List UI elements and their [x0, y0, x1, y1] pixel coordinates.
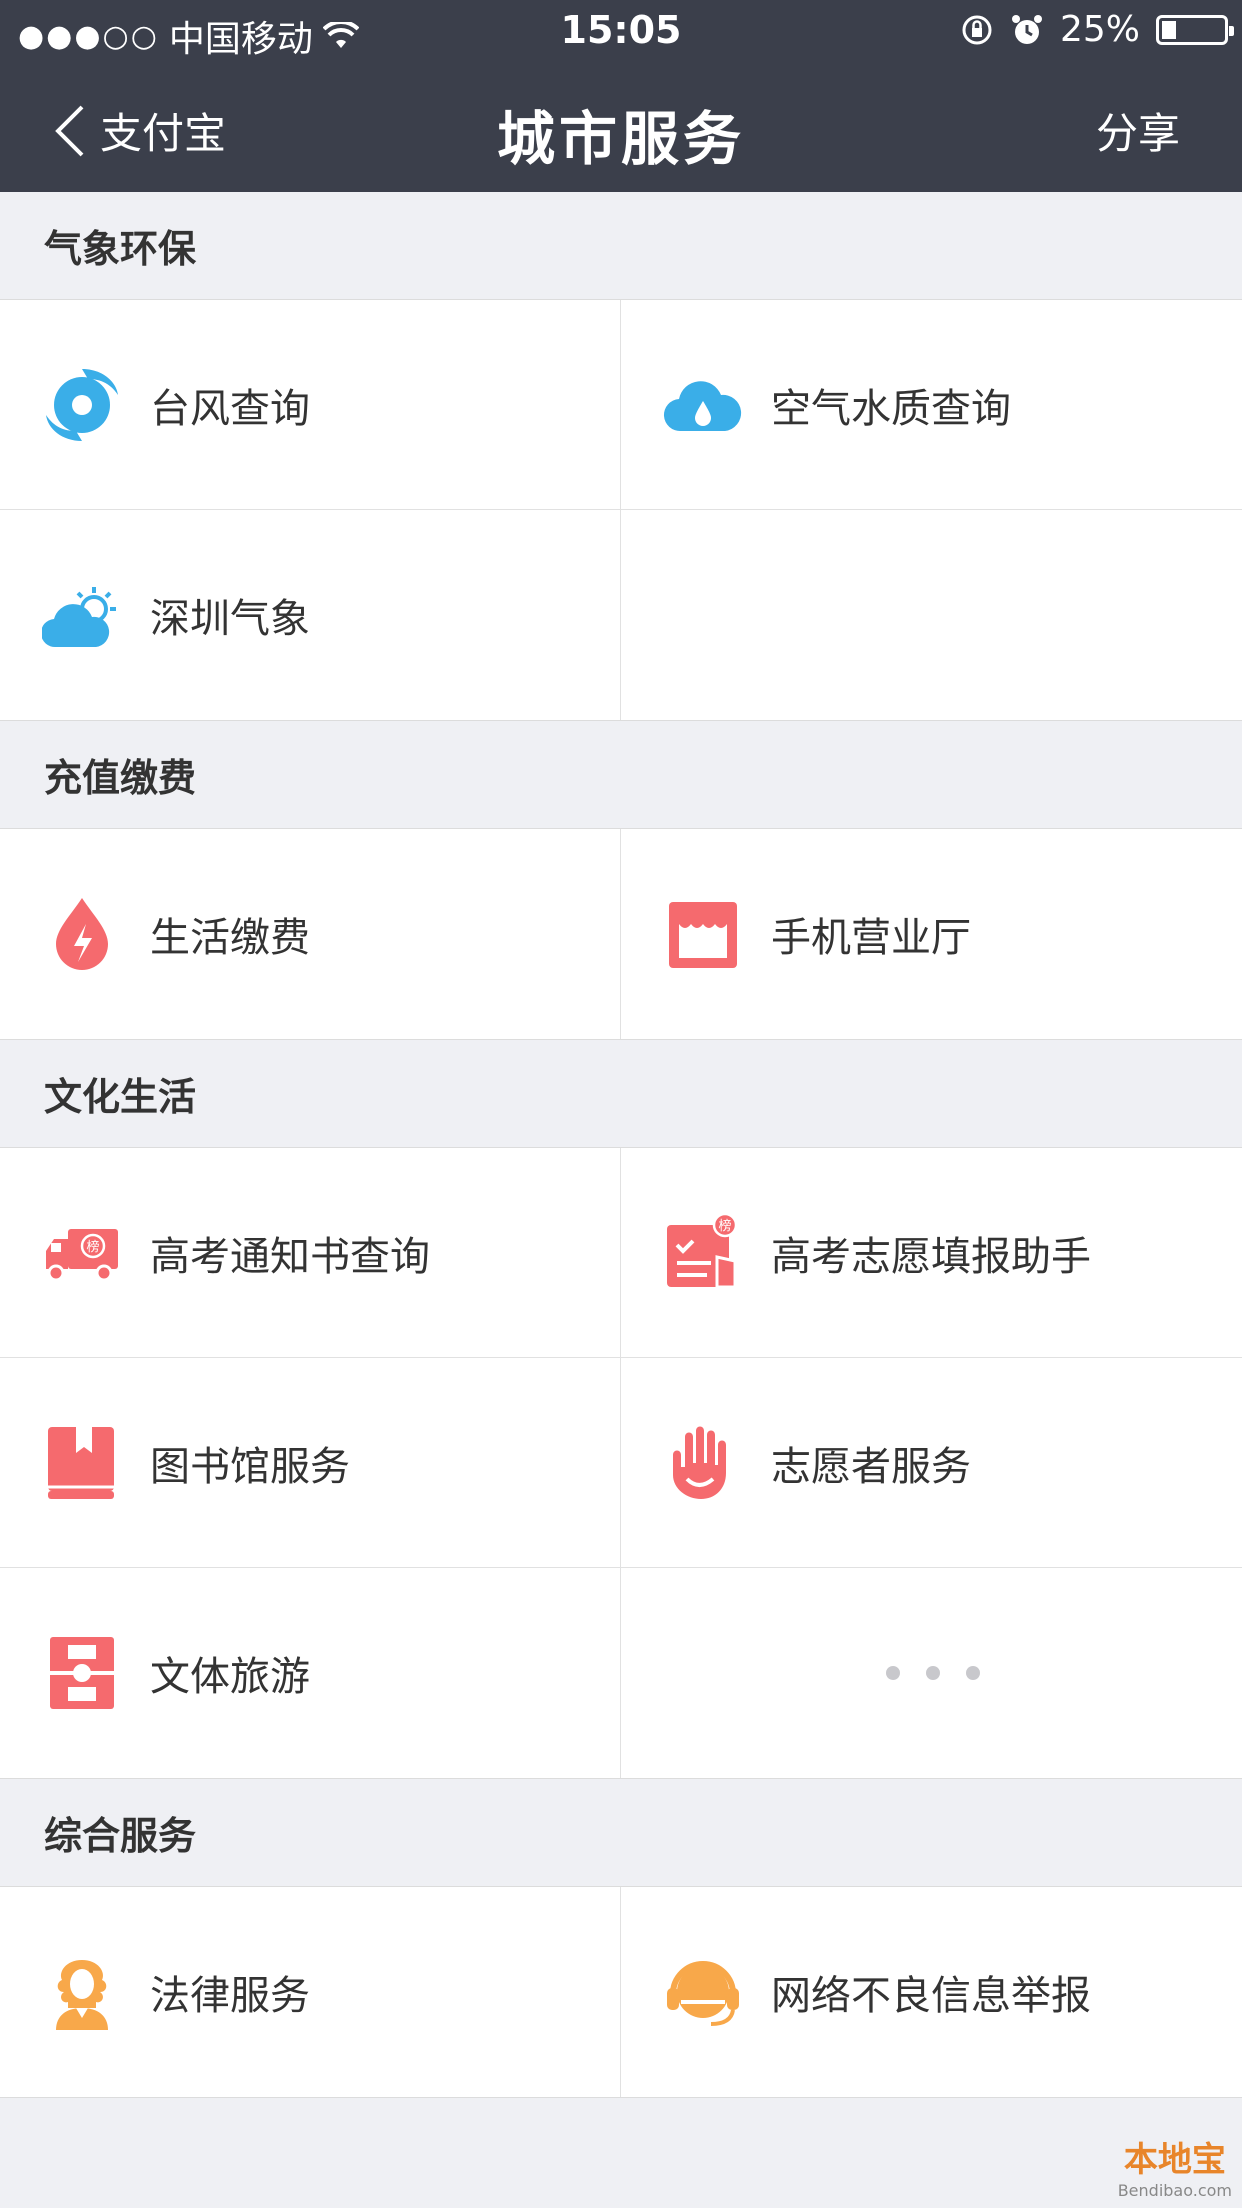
service-label: 生活缴费: [150, 915, 310, 961]
section-header-culture: 文化生活: [0, 1040, 1242, 1148]
service-mobile-hall[interactable]: 手机营业厅: [621, 829, 1242, 1039]
status-bar: ●●●○○ 中国移动 15:05 25%: [0, 0, 1242, 62]
battery-icon: [1156, 14, 1234, 45]
service-utility-payment[interactable]: 生活缴费: [0, 829, 621, 1039]
cloud-water-icon: [663, 380, 742, 431]
service-label: 高考通知书查询: [150, 1233, 430, 1280]
service-report-bad-info[interactable]: 网络不良信息举报: [621, 1887, 1242, 2097]
badge-text: 榜: [718, 1218, 731, 1234]
page-title: 城市服务: [496, 105, 745, 173]
service-label: 网络不良信息举报: [771, 1973, 1091, 2019]
service-label: 法律服务: [150, 1973, 310, 2019]
ranking-form-icon: 榜: [667, 1212, 738, 1288]
book-icon: [48, 1426, 114, 1499]
service-shenzhen-weather[interactable]: 深圳气象: [0, 510, 621, 720]
section-grid-general: 法律服务 网络不良信息举报: [0, 1887, 1242, 2098]
share-button[interactable]: 分享: [1096, 100, 1180, 161]
typhoon-icon: [46, 368, 118, 441]
alarm-icon: [1011, 14, 1042, 44]
service-culture-sports-tourism[interactable]: 文体旅游: [0, 1568, 621, 1778]
battery-percent: 25%: [1059, 9, 1140, 50]
service-label: 高考志愿填报助手: [771, 1233, 1091, 1280]
section-header-general: 综合服务: [0, 1779, 1242, 1887]
service-label: 深圳气象: [150, 596, 310, 642]
section-grid-weather: 台风查询 空气水质查询 深圳气象: [0, 300, 1242, 721]
more-icon: [885, 1666, 980, 1680]
service-volunteer[interactable]: 志愿者服务: [621, 1358, 1242, 1568]
service-gaokao-application-assistant[interactable]: 榜 高考志愿填报助手: [621, 1148, 1242, 1358]
nav-bar: 支付宝 城市服务 分享: [0, 62, 1242, 192]
service-label: 空气水质查询: [771, 385, 1011, 432]
watermark-logo: 本地宝 Bendibao.com: [1118, 2132, 1232, 2200]
headset-service-icon: [667, 1961, 739, 2026]
badge-text: 榜: [86, 1239, 99, 1255]
service-library[interactable]: 图书馆服务: [0, 1358, 621, 1568]
service-label: 台风查询: [150, 385, 310, 432]
more-services-button[interactable]: [621, 1568, 1242, 1778]
service-label: 手机营业厅: [771, 915, 971, 961]
section-grid-culture: 榜 高考通知书查询 榜 高考志愿填报助手 图书馆服务 志愿者服务 文体旅游: [0, 1148, 1242, 1779]
storefront-icon: [669, 902, 737, 968]
service-label: 志愿者服务: [771, 1443, 971, 1490]
hand-icon: [673, 1426, 726, 1499]
section-header-payment: 充值缴费: [0, 721, 1242, 829]
service-label: 图书馆服务: [150, 1443, 350, 1490]
delivery-truck-icon: 榜: [46, 1228, 118, 1281]
service-list: 气象环保 台风查询 空气水质查询 深圳气象 充值缴费 生活缴费 手机营业厅 文化…: [0, 192, 1242, 2098]
service-label: 文体旅游: [150, 1654, 310, 1700]
rotation-lock-icon: [962, 15, 992, 44]
section-header-weather: 气象环保: [0, 192, 1242, 300]
empty-cell: [621, 510, 1242, 720]
watermark-url: Bendibao.com: [1117, 2181, 1232, 2200]
watermark-name: 本地宝: [1123, 2140, 1226, 2180]
sports-field-icon: [50, 1637, 114, 1709]
service-typhoon-query[interactable]: 台风查询: [0, 300, 621, 510]
service-air-water-quality[interactable]: 空气水质查询: [621, 300, 1242, 510]
lightning-drop-icon: [56, 898, 108, 970]
weather-cloud-sun-icon: [42, 587, 116, 648]
service-legal[interactable]: 法律服务: [0, 1887, 621, 2097]
section-grid-payment: 生活缴费 手机营业厅: [0, 829, 1242, 1040]
service-gaokao-notice-query[interactable]: 榜 高考通知书查询: [0, 1148, 621, 1358]
judge-icon: [56, 1960, 108, 2030]
